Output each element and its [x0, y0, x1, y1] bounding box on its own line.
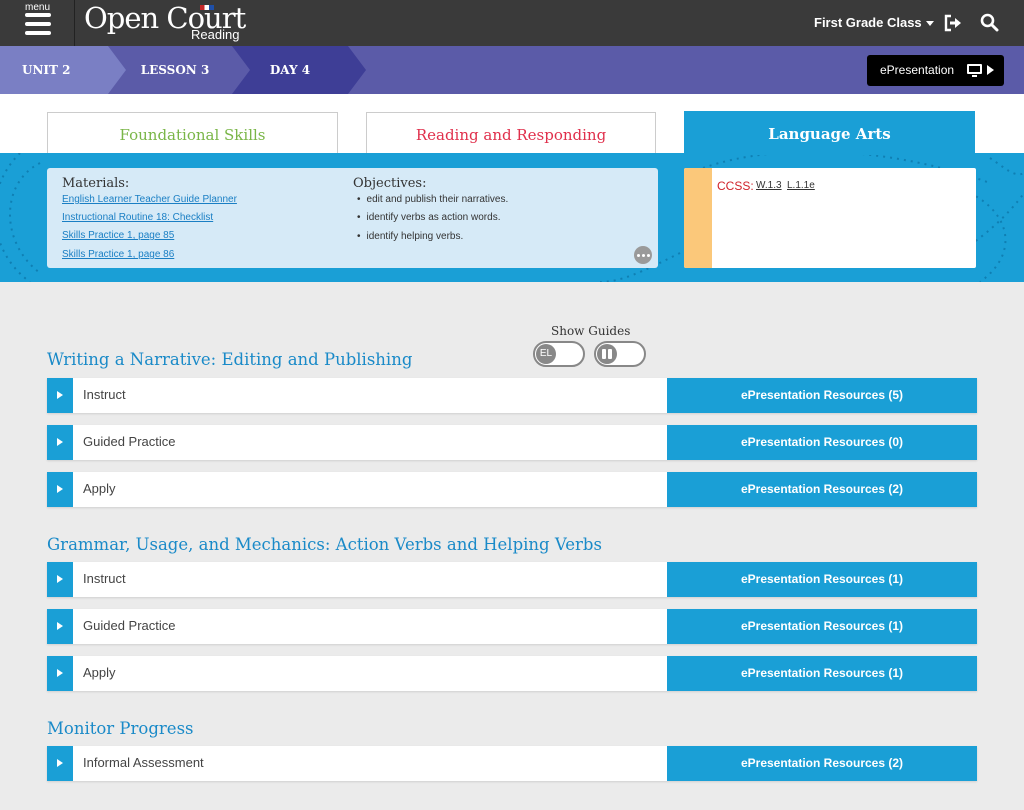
lesson-row: Guided Practice ePresentation Resources … [47, 609, 977, 644]
expand-arrow-icon[interactable] [47, 562, 73, 597]
epresentation-resources-button[interactable]: ePresentation Resources (2) [667, 746, 977, 781]
el-icon: EL [536, 344, 556, 364]
tab-foundational-skills[interactable]: Foundational Skills [47, 112, 338, 155]
row-label[interactable]: Instruct [83, 378, 126, 412]
caret-down-icon [925, 21, 934, 27]
epresentation-label: ePresentation [880, 63, 955, 77]
epresentation-resources-button[interactable]: ePresentation Resources (1) [667, 609, 977, 644]
epresentation-resources-button[interactable]: ePresentation Resources (2) [667, 472, 977, 507]
material-link[interactable]: English Learner Teacher Guide Planner [62, 194, 237, 205]
class-select-label: First Grade Class [814, 15, 922, 30]
section-title: Monitor Progress [47, 719, 194, 738]
tab-reading-and-responding[interactable]: Reading and Responding [366, 112, 656, 155]
more-options-icon[interactable] [634, 246, 652, 264]
flag-icon [200, 5, 214, 10]
play-icon [987, 65, 994, 75]
tab-language-arts[interactable]: Language Arts [684, 111, 975, 155]
row-label[interactable]: Apply [83, 656, 116, 690]
expand-arrow-icon[interactable] [47, 609, 73, 644]
people-icon [597, 344, 617, 364]
materials-objectives-card: Materials: English Learner Teacher Guide… [47, 168, 658, 268]
section-title: Writing a Narrative: Editing and Publish… [47, 350, 413, 369]
lesson-row: Instruct ePresentation Resources (1) [47, 562, 977, 597]
expand-arrow-icon[interactable] [47, 472, 73, 507]
row-label[interactable]: Informal Assessment [83, 746, 204, 780]
lesson-row: Guided Practice ePresentation Resources … [47, 425, 977, 460]
epresentation-button[interactable]: ePresentation [867, 55, 1004, 86]
material-link[interactable]: Skills Practice 1, page 86 [62, 249, 174, 260]
section-title: Grammar, Usage, and Mechanics: Action Ve… [47, 535, 602, 554]
lesson-row: Apply ePresentation Resources (1) [47, 656, 977, 691]
ccss-stripe [684, 168, 712, 268]
expand-arrow-icon[interactable] [47, 378, 73, 413]
monitor-icon [967, 64, 982, 77]
hamburger-icon [25, 13, 51, 35]
ccss-label: CCSS: [717, 179, 754, 193]
class-select-dropdown[interactable]: First Grade Class [814, 15, 934, 30]
row-label[interactable]: Apply [83, 472, 116, 506]
epresentation-resources-button[interactable]: ePresentation Resources (0) [667, 425, 977, 460]
open-court-logo[interactable]: Open Court Reading [84, 0, 264, 46]
ccss-card: CCSS: W.1.3 L.1.1e [684, 168, 976, 268]
material-link[interactable]: Skills Practice 1, page 85 [62, 230, 174, 241]
menu-button[interactable]: menu [0, 0, 75, 46]
top-bar: menu Open Court Reading First Grade Clas… [0, 0, 1024, 46]
expand-arrow-icon[interactable] [47, 425, 73, 460]
row-label[interactable]: Guided Practice [83, 609, 176, 643]
show-guides-label: Show Guides [551, 324, 631, 338]
expand-arrow-icon[interactable] [47, 746, 73, 781]
search-icon[interactable] [980, 13, 999, 32]
menu-label: menu [24, 2, 50, 13]
epresentation-resources-button[interactable]: ePresentation Resources (5) [667, 378, 977, 413]
expand-arrow-icon[interactable] [47, 656, 73, 691]
logo-subtitle: Reading [191, 27, 240, 42]
objectives-heading: Objectives: [353, 176, 427, 191]
objective-item: identify helping verbs. [357, 231, 464, 242]
lesson-row: Instruct ePresentation Resources (5) [47, 378, 977, 413]
row-label[interactable]: Instruct [83, 562, 126, 596]
materials-heading: Materials: [62, 176, 130, 191]
epresentation-resources-button[interactable]: ePresentation Resources (1) [667, 656, 977, 691]
breadcrumb-lesson[interactable]: LESSON 3 [108, 46, 250, 94]
objective-item: identify verbs as action words. [357, 212, 501, 223]
epresentation-resources-button[interactable]: ePresentation Resources (1) [667, 562, 977, 597]
logout-icon[interactable] [944, 14, 962, 32]
row-label[interactable]: Guided Practice [83, 425, 176, 459]
lesson-row: Apply ePresentation Resources (2) [47, 472, 977, 507]
lesson-row: Informal Assessment ePresentation Resour… [47, 746, 977, 781]
objective-item: edit and publish their narratives. [357, 194, 509, 205]
differentiation-guide-toggle[interactable] [594, 341, 646, 367]
el-guide-toggle[interactable]: EL [533, 341, 585, 367]
ccss-code-link[interactable]: W.1.3 [756, 180, 782, 191]
material-link[interactable]: Instructional Routine 18: Checklist [62, 212, 213, 223]
ccss-code-link[interactable]: L.1.1e [787, 180, 815, 191]
breadcrumb-unit[interactable]: UNIT 2 [0, 46, 126, 94]
